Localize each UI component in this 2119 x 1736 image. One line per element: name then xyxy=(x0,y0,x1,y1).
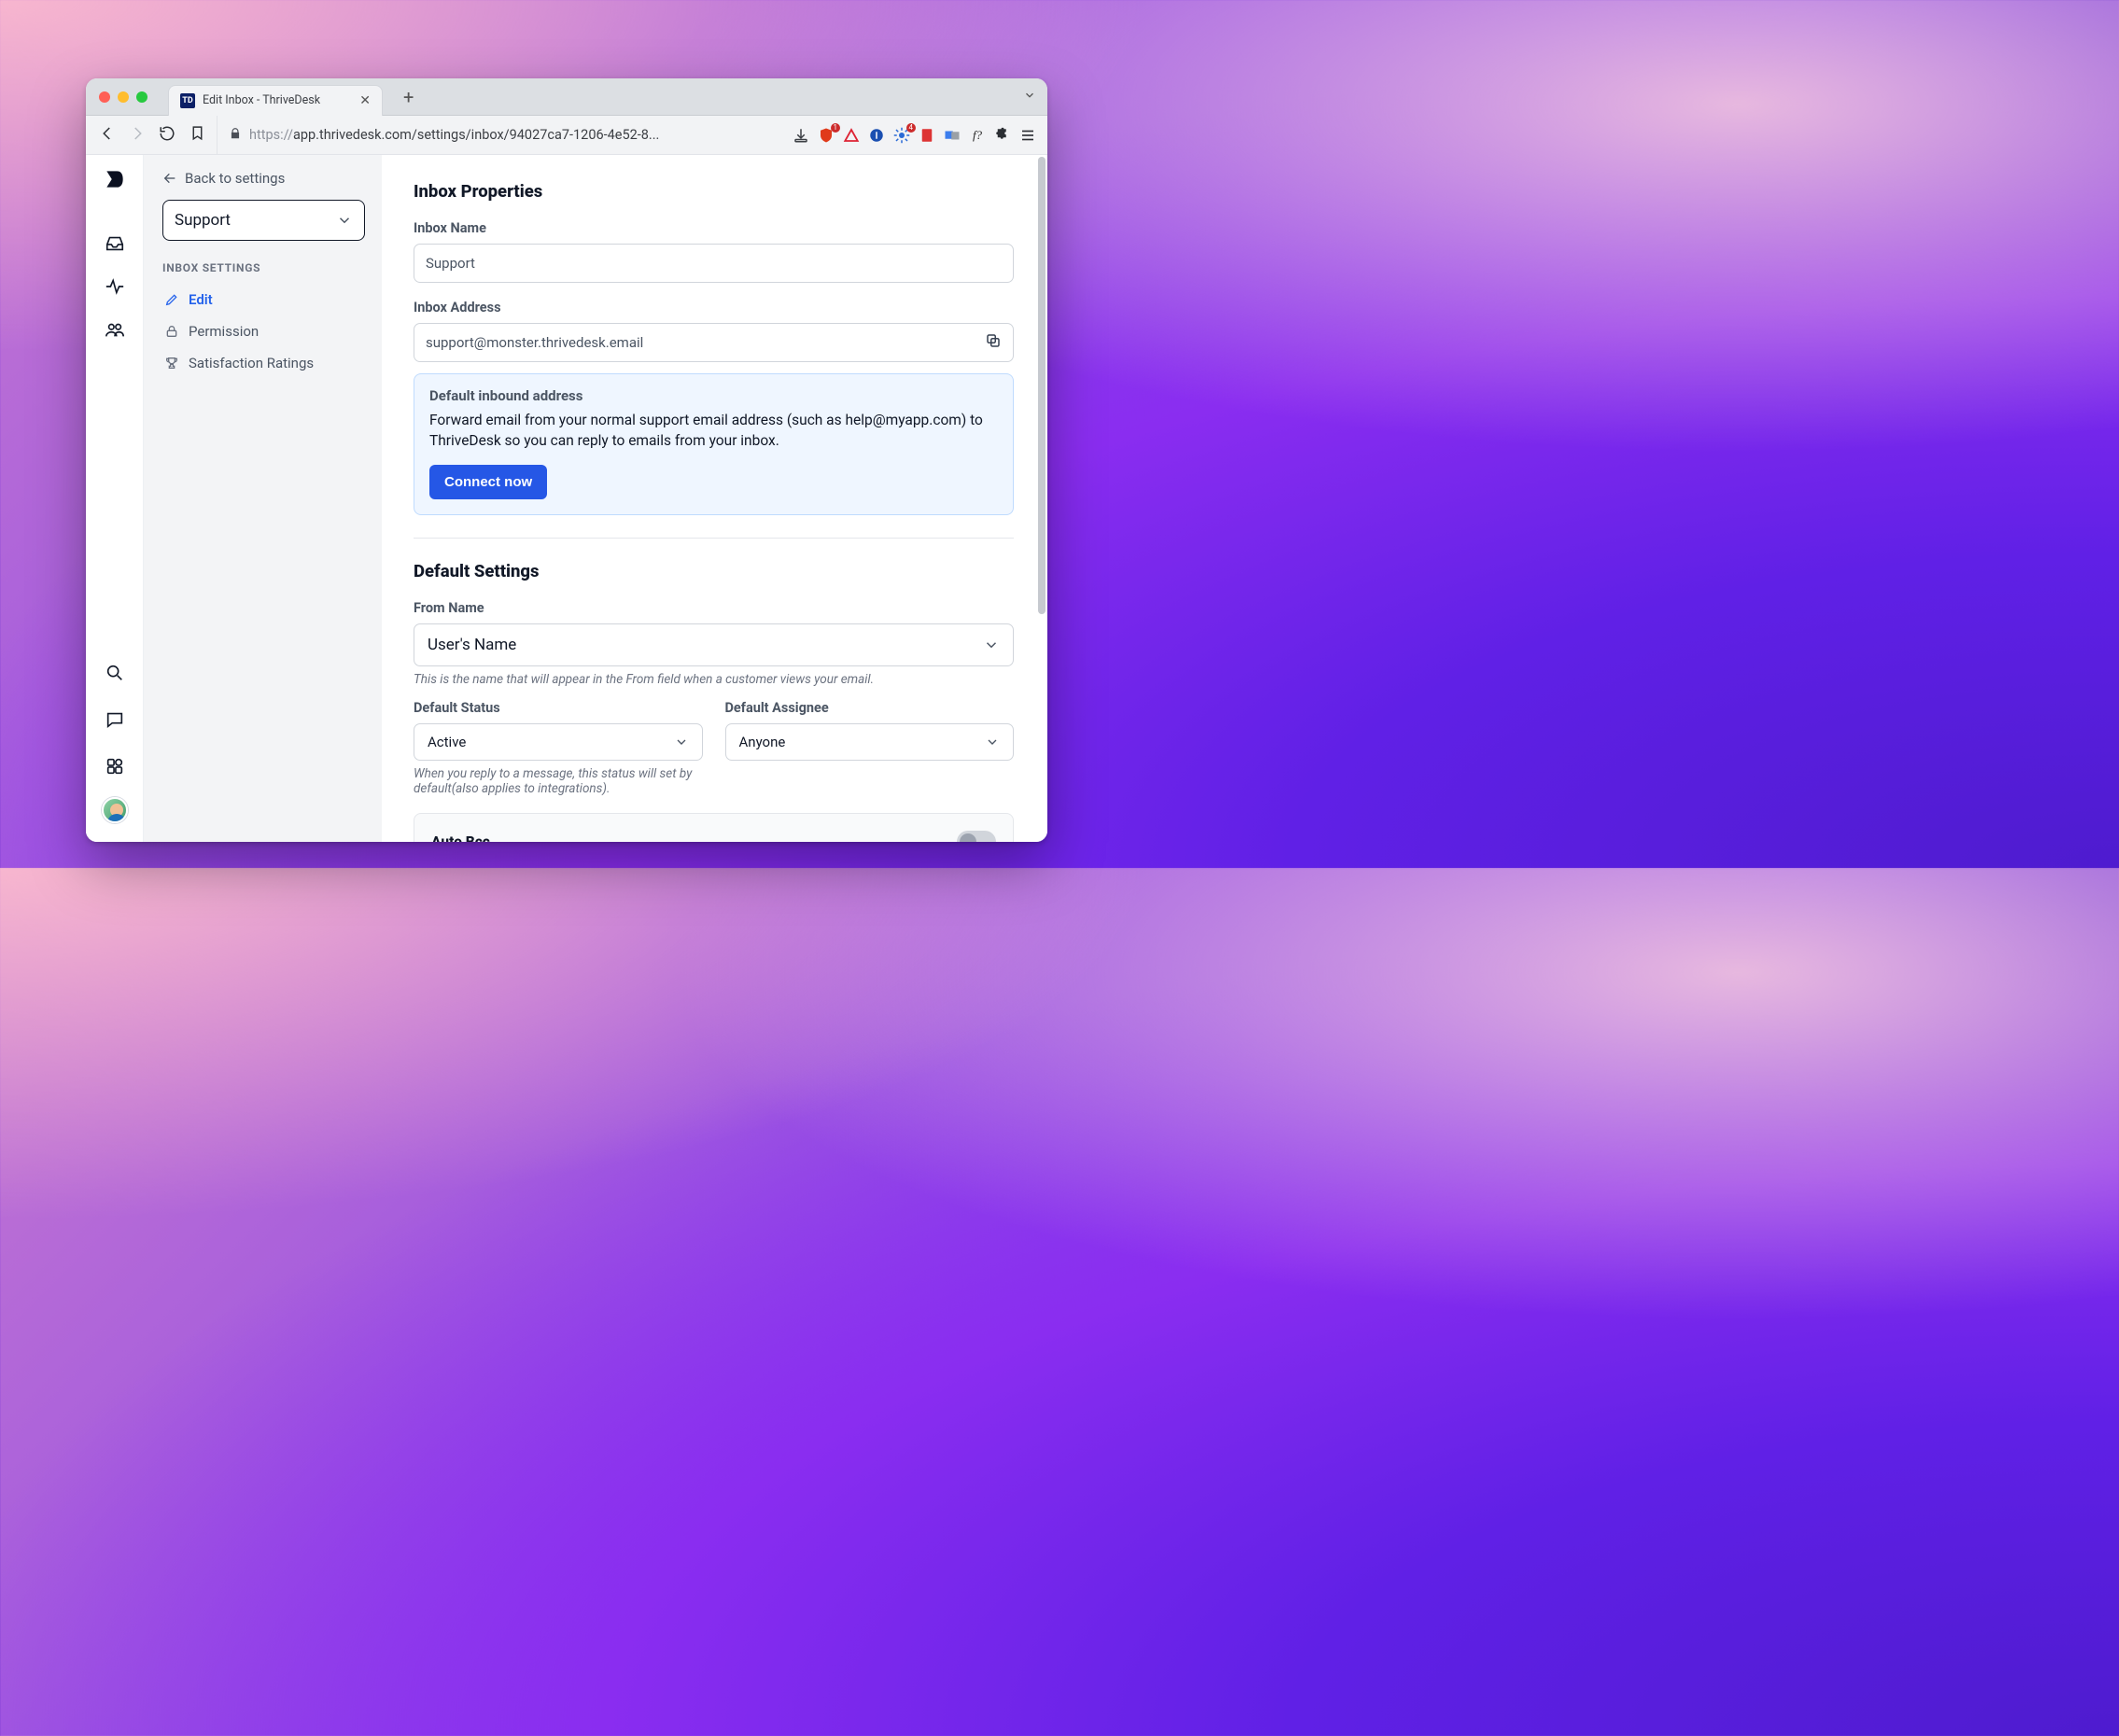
select-default-status[interactable]: Active xyxy=(414,723,703,761)
tab-title: Edit Inbox - ThriveDesk xyxy=(203,93,320,107)
new-tab-button[interactable]: + xyxy=(394,86,423,108)
back-to-settings-link[interactable]: Back to settings xyxy=(162,170,365,187)
user-avatar[interactable] xyxy=(102,797,128,823)
search-nav-icon[interactable] xyxy=(99,657,131,689)
url-text: https://app.thrivedesk.com/settings/inbo… xyxy=(249,127,659,143)
triangle-icon[interactable] xyxy=(843,127,860,144)
extensions-puzzle-icon[interactable] xyxy=(994,127,1011,144)
auto-bcc-label: Auto Bcc xyxy=(431,833,490,842)
input-inbox-address-value: support@monster.thrivedesk.email xyxy=(426,334,643,351)
pencil-icon xyxy=(164,292,179,307)
copy-button[interactable] xyxy=(985,332,1002,353)
browser-tab[interactable]: TD Edit Inbox - ThriveDesk ✕ xyxy=(168,85,383,116)
back-label: Back to settings xyxy=(185,170,285,187)
nav-rail xyxy=(86,155,144,842)
settings-sidebar: Back to settings Support INBOX SETTINGS … xyxy=(144,155,382,842)
download-icon[interactable] xyxy=(793,127,809,144)
window-controls xyxy=(99,91,147,103)
font-icon[interactable]: f? xyxy=(969,127,986,144)
select-default-status-value: Active xyxy=(428,734,466,750)
titlebar: TD Edit Inbox - ThriveDesk ✕ + xyxy=(86,78,1047,116)
label-default-assignee: Default Assignee xyxy=(725,700,1015,716)
card-auto-bcc: Auto Bcc xyxy=(414,813,1014,842)
sidebar-item-label: Permission xyxy=(189,323,259,340)
select-default-assignee-value: Anyone xyxy=(739,734,786,750)
toolbar: https://app.thrivedesk.com/settings/inbo… xyxy=(86,116,1047,155)
divider xyxy=(414,538,1014,539)
trophy-icon xyxy=(164,356,179,371)
tab-close-button[interactable]: ✕ xyxy=(359,93,371,108)
app-logo[interactable] xyxy=(102,166,128,192)
sidebar-item-label: Satisfaction Ratings xyxy=(189,355,314,371)
callout-title: Default inbound address xyxy=(429,387,998,404)
hint-default-status: When you reply to a message, this status… xyxy=(414,766,703,796)
sidebar-heading: INBOX SETTINGS xyxy=(162,261,365,274)
gear-extension-icon[interactable] xyxy=(893,127,910,144)
sidebar-item-satisfaction[interactable]: Satisfaction Ratings xyxy=(162,347,365,379)
label-from-name: From Name xyxy=(414,600,1014,616)
brave-shield-icon[interactable] xyxy=(818,127,835,144)
callout-text: Forward email from your normal support e… xyxy=(429,410,998,452)
chevron-down-icon xyxy=(983,637,1000,653)
chevron-down-icon xyxy=(336,212,353,229)
back-button[interactable] xyxy=(97,125,118,146)
onepassword-icon[interactable] xyxy=(868,127,885,144)
chevron-down-icon xyxy=(985,735,1000,749)
hint-from-name: This is the name that will appear in the… xyxy=(414,672,1014,687)
input-inbox-name-value: Support xyxy=(426,255,475,272)
people-nav-icon[interactable] xyxy=(99,314,131,345)
close-window-button[interactable] xyxy=(99,91,110,103)
menu-icon[interactable] xyxy=(1019,127,1036,144)
activity-nav-icon[interactable] xyxy=(99,271,131,302)
maximize-window-button[interactable] xyxy=(136,91,147,103)
callout-default-inbound: Default inbound address Forward email fr… xyxy=(414,373,1014,515)
minimize-window-button[interactable] xyxy=(118,91,129,103)
inbox-selector-value: Support xyxy=(175,211,231,230)
apps-nav-icon[interactable] xyxy=(99,750,131,782)
lock-icon xyxy=(229,126,242,144)
select-from-name[interactable]: User's Name xyxy=(414,623,1014,666)
connect-now-button[interactable]: Connect now xyxy=(429,465,547,499)
app-body: Back to settings Support INBOX SETTINGS … xyxy=(86,155,1047,842)
select-default-assignee[interactable]: Anyone xyxy=(725,723,1015,761)
lock-icon xyxy=(164,324,179,339)
label-default-status: Default Status xyxy=(414,700,703,716)
section-title-inbox-properties: Inbox Properties xyxy=(414,181,1014,202)
sidebar-item-permission[interactable]: Permission xyxy=(162,315,365,347)
sidebar-item-edit[interactable]: Edit xyxy=(162,284,365,315)
input-inbox-address[interactable]: support@monster.thrivedesk.email xyxy=(414,323,1014,362)
chevron-down-icon xyxy=(674,735,689,749)
sidebar-item-label: Edit xyxy=(189,291,213,308)
input-inbox-name[interactable]: Support xyxy=(414,244,1014,283)
scrollbar-thumb[interactable] xyxy=(1038,157,1045,614)
reload-button[interactable] xyxy=(157,125,177,146)
tabs-overflow-button[interactable] xyxy=(1023,88,1036,105)
bookmark-button[interactable] xyxy=(187,125,207,145)
forward-button[interactable] xyxy=(127,125,147,146)
extension-icons: f? xyxy=(793,127,1036,144)
book-icon[interactable] xyxy=(919,127,935,144)
address-bar[interactable]: https://app.thrivedesk.com/settings/inbo… xyxy=(217,116,783,154)
google-translate-icon[interactable] xyxy=(944,127,961,144)
inbox-selector[interactable]: Support xyxy=(162,200,365,241)
label-inbox-address: Inbox Address xyxy=(414,300,1014,315)
label-inbox-name: Inbox Name xyxy=(414,220,1014,236)
select-from-name-value: User's Name xyxy=(428,636,516,654)
browser-window: TD Edit Inbox - ThriveDesk ✕ + https://a… xyxy=(86,78,1047,842)
main-content: Inbox Properties Inbox Name Support Inbo… xyxy=(382,155,1047,842)
auto-bcc-toggle[interactable] xyxy=(957,831,996,842)
inbox-nav-icon[interactable] xyxy=(99,228,131,259)
section-title-default-settings: Default Settings xyxy=(414,561,1014,581)
chat-nav-icon[interactable] xyxy=(99,704,131,735)
tab-favicon: TD xyxy=(180,93,195,108)
